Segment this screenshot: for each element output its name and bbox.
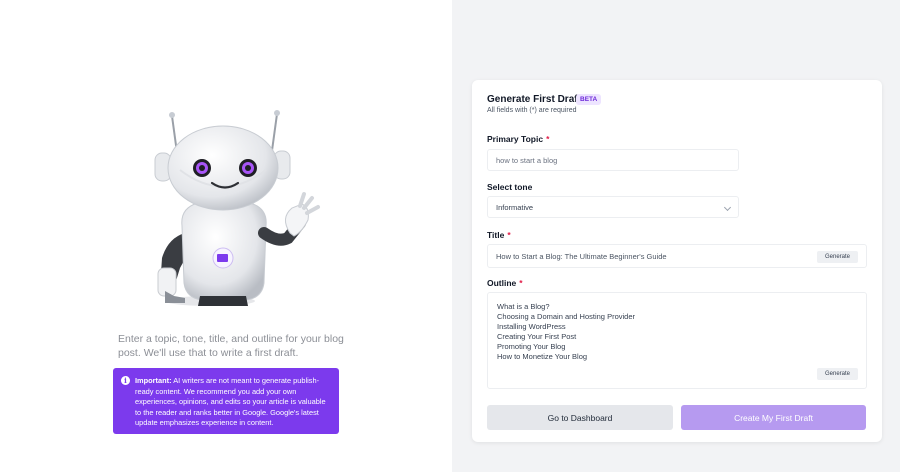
outline-item: What is a Blog? [497,302,550,311]
tone-value: Informative [496,202,534,212]
notice-label: Important: [135,376,172,385]
card-title: Generate First Draft [487,94,581,105]
primary-topic-value: how to start a blog [496,155,558,165]
title-label: Title * [487,230,511,240]
outline-textarea[interactable]: What is a Blog? Choosing a Domain and Ho… [487,292,867,389]
required-fields-note: All fields with (*) are required [487,107,577,114]
title-input[interactable]: How to Start a Blog: The Ultimate Beginn… [487,244,867,268]
outline-item: How to Monetize Your Blog [497,352,588,361]
primary-topic-label-text: Primary Topic [487,134,544,144]
ai-writer-notice: i Important: AI writers are not meant to… [113,368,339,434]
outline-item: Choosing a Domain and Hosting Provider [497,312,635,321]
primary-topic-input[interactable]: how to start a blog [487,149,739,171]
outline-item: Installing WordPress [497,322,566,331]
outline-item: Creating Your First Post [497,332,577,341]
generate-outline-button[interactable]: Generate [817,368,858,380]
robot-illustration [154,110,320,306]
beta-badge: BETA [576,94,602,105]
primary-topic-label: Primary Topic * [487,134,549,144]
intro-line-2: We'll use that to write a first draft. [143,347,299,359]
title-label-text: Title [487,230,505,240]
title-value: How to Start a Blog: The Ultimate Beginn… [496,251,667,261]
required-marker: * [507,230,511,240]
outline-label: Outline * [487,278,523,288]
generate-draft-card: Generate First Draft BETA All fields wit… [472,80,882,442]
tone-select[interactable]: Informative [487,196,739,218]
outline-item: Promoting Your Blog [497,342,566,351]
left-pane: Enter a topic, tone, title, and outline … [0,0,452,472]
go-to-dashboard-button[interactable]: Go to Dashboard [487,405,673,430]
create-first-draft-button[interactable]: Create My First Draft [681,405,866,430]
select-tone-label: Select tone [487,182,533,192]
info-icon: i [121,376,130,385]
required-marker: * [546,134,550,144]
generate-title-button[interactable]: Generate [817,251,858,263]
required-marker: * [519,278,523,288]
outline-label-text: Outline [487,278,517,288]
intro-text: Enter a topic, tone, title, and outline … [118,332,348,360]
chevron-down-icon [723,203,732,212]
outline-list: What is a Blog? Choosing a Domain and Ho… [497,302,635,362]
